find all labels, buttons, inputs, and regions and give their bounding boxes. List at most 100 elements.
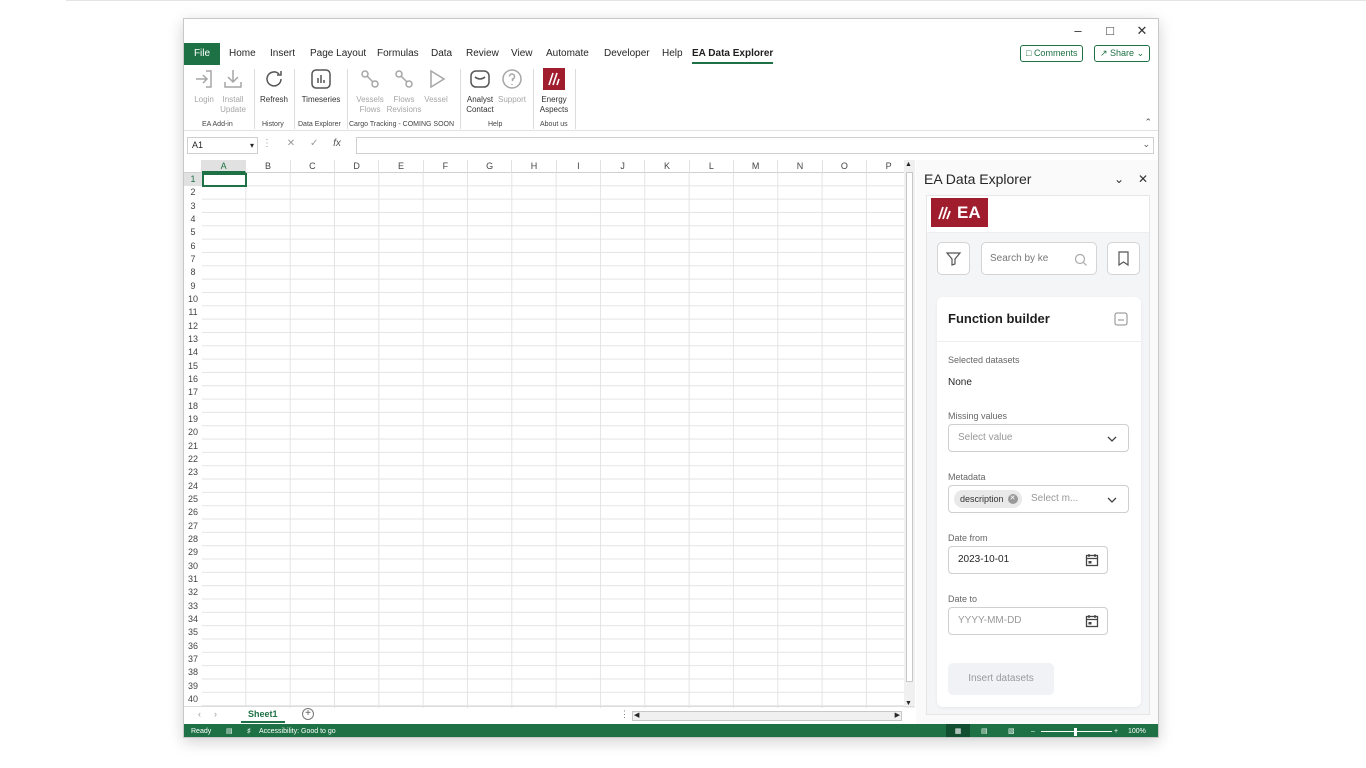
scroll-right-icon[interactable]: ▶ [895, 711, 900, 719]
horizontal-scrollbar[interactable]: ◀ ▶ [632, 711, 902, 721]
row-header[interactable]: 35 [184, 626, 202, 639]
collapse-ribbon-icon[interactable]: ⌃ [1144, 117, 1152, 128]
vessel-button[interactable]: Vessel [422, 67, 450, 105]
tab-insert[interactable]: Insert [270, 43, 295, 65]
tab-review[interactable]: Review [466, 43, 499, 65]
more-icon[interactable]: ⋮ [620, 709, 629, 720]
column-header[interactable]: J [601, 160, 646, 173]
install-update-button[interactable]: Install Update [218, 67, 248, 115]
column-header[interactable]: D [335, 160, 380, 173]
row-header[interactable]: 36 [184, 640, 202, 653]
row-header[interactable]: 9 [184, 280, 202, 293]
chevron-down-icon[interactable]: ⌄ [1114, 172, 1124, 186]
tab-formulas[interactable]: Formulas [377, 43, 419, 65]
select-all-corner[interactable] [184, 160, 202, 173]
close-pane-icon[interactable]: ✕ [1138, 172, 1148, 186]
row-header[interactable]: 20 [184, 426, 202, 439]
row-header[interactable]: 11 [184, 306, 202, 319]
refresh-button[interactable]: Refresh [258, 67, 290, 105]
column-header[interactable]: I [556, 160, 601, 173]
column-header[interactable]: H [512, 160, 557, 173]
zoom-level[interactable]: 100% [1128, 724, 1146, 737]
tab-help[interactable]: Help [662, 43, 683, 65]
zoom-out-icon[interactable]: – [1031, 724, 1035, 737]
column-header[interactable]: C [290, 160, 335, 173]
support-button[interactable]: Support [496, 67, 528, 105]
maximize-icon[interactable]: □ [1096, 22, 1124, 40]
metadata-select[interactable]: description ✕ Select m... [948, 485, 1129, 513]
spreadsheet-grid[interactable]: A B C D E F G H I J K L M N O P 12345678… [184, 160, 914, 708]
tab-home[interactable]: Home [229, 43, 256, 65]
row-header[interactable]: 16 [184, 373, 202, 386]
tab-ea-data-explorer[interactable]: EA Data Explorer [692, 43, 774, 65]
insert-datasets-button[interactable]: Insert datasets [948, 663, 1054, 695]
tab-page-layout[interactable]: Page Layout [310, 43, 366, 65]
row-header[interactable]: 32 [184, 586, 202, 599]
column-header[interactable]: F [423, 160, 468, 173]
scroll-left-icon[interactable]: ◀ [634, 711, 639, 719]
row-header[interactable]: 30 [184, 560, 202, 573]
page-break-view-icon[interactable]: ▧ [1008, 724, 1015, 737]
zoom-slider-thumb[interactable] [1074, 728, 1077, 736]
next-sheet-icon[interactable]: › [214, 709, 217, 719]
tab-data[interactable]: Data [431, 43, 452, 65]
analyst-contact-button[interactable]: Analyst Contact [464, 67, 496, 115]
collapse-card-icon[interactable] [1114, 312, 1128, 326]
column-header[interactable]: L [689, 160, 734, 173]
more-icon[interactable]: ⋮ [262, 138, 272, 149]
row-header[interactable]: 40 [184, 693, 202, 706]
row-header[interactable]: 28 [184, 533, 202, 546]
row-header[interactable]: 5 [184, 226, 202, 239]
vessels-flows-button[interactable]: Vessels Flows [354, 67, 386, 115]
calendar-icon[interactable] [1085, 553, 1099, 567]
column-header[interactable]: G [468, 160, 513, 173]
accessibility-icon[interactable]: ♯ [247, 724, 251, 737]
remove-chip-icon[interactable]: ✕ [1007, 494, 1018, 504]
column-header[interactable]: A [202, 160, 247, 173]
scroll-up-icon[interactable]: ▲ [905, 161, 912, 168]
row-header[interactable]: 10 [184, 293, 202, 306]
energy-aspects-button[interactable]: Energy Aspects [537, 67, 571, 115]
date-from-input[interactable]: 2023-10-01 [948, 546, 1108, 574]
row-header[interactable]: 23 [184, 466, 202, 479]
cell-area[interactable] [202, 173, 914, 708]
row-header[interactable]: 34 [184, 613, 202, 626]
prev-sheet-icon[interactable]: ‹ [198, 709, 201, 719]
tab-file[interactable]: File [184, 43, 220, 65]
login-button[interactable]: Login [190, 67, 218, 105]
tab-automate[interactable]: Automate [546, 43, 589, 65]
row-header[interactable]: 17 [184, 386, 202, 399]
add-sheet-icon[interactable]: + [302, 708, 314, 720]
column-header[interactable]: M [734, 160, 779, 173]
row-header[interactable]: 15 [184, 360, 202, 373]
selected-cell[interactable] [202, 173, 247, 187]
row-header[interactable]: 18 [184, 400, 202, 413]
row-header[interactable]: 19 [184, 413, 202, 426]
vertical-scrollbar[interactable]: ▲ ▼ [904, 160, 915, 708]
column-header[interactable]: K [645, 160, 690, 173]
calendar-icon[interactable] [1085, 614, 1099, 628]
normal-view-icon[interactable]: ▦ [946, 724, 970, 737]
share-button[interactable]: ↗ Share ⌄ [1094, 45, 1151, 62]
row-header[interactable]: 29 [184, 546, 202, 559]
filter-button[interactable] [937, 242, 970, 275]
formula-input[interactable]: ⌄ [356, 137, 1154, 154]
row-header[interactable]: 33 [184, 600, 202, 613]
row-header[interactable]: 13 [184, 333, 202, 346]
page-layout-view-icon[interactable]: ▤ [981, 724, 988, 737]
macro-icon[interactable]: ▤ [226, 724, 233, 737]
close-icon[interactable]: ✕ [1128, 22, 1156, 40]
column-header[interactable]: E [379, 160, 424, 173]
search-input[interactable]: Search by ke [981, 242, 1097, 275]
row-header[interactable]: 8 [184, 266, 202, 279]
timeseries-button[interactable]: Timeseries [298, 67, 344, 105]
missing-values-select[interactable]: Select value [948, 424, 1129, 452]
tab-developer[interactable]: Developer [604, 43, 650, 65]
row-header[interactable]: 7 [184, 253, 202, 266]
row-header[interactable]: 6 [184, 240, 202, 253]
column-header[interactable]: N [778, 160, 823, 173]
row-header[interactable]: 25 [184, 493, 202, 506]
insert-function-icon[interactable]: fx [333, 138, 341, 149]
row-header[interactable]: 26 [184, 506, 202, 519]
minimize-icon[interactable]: – [1064, 22, 1092, 40]
